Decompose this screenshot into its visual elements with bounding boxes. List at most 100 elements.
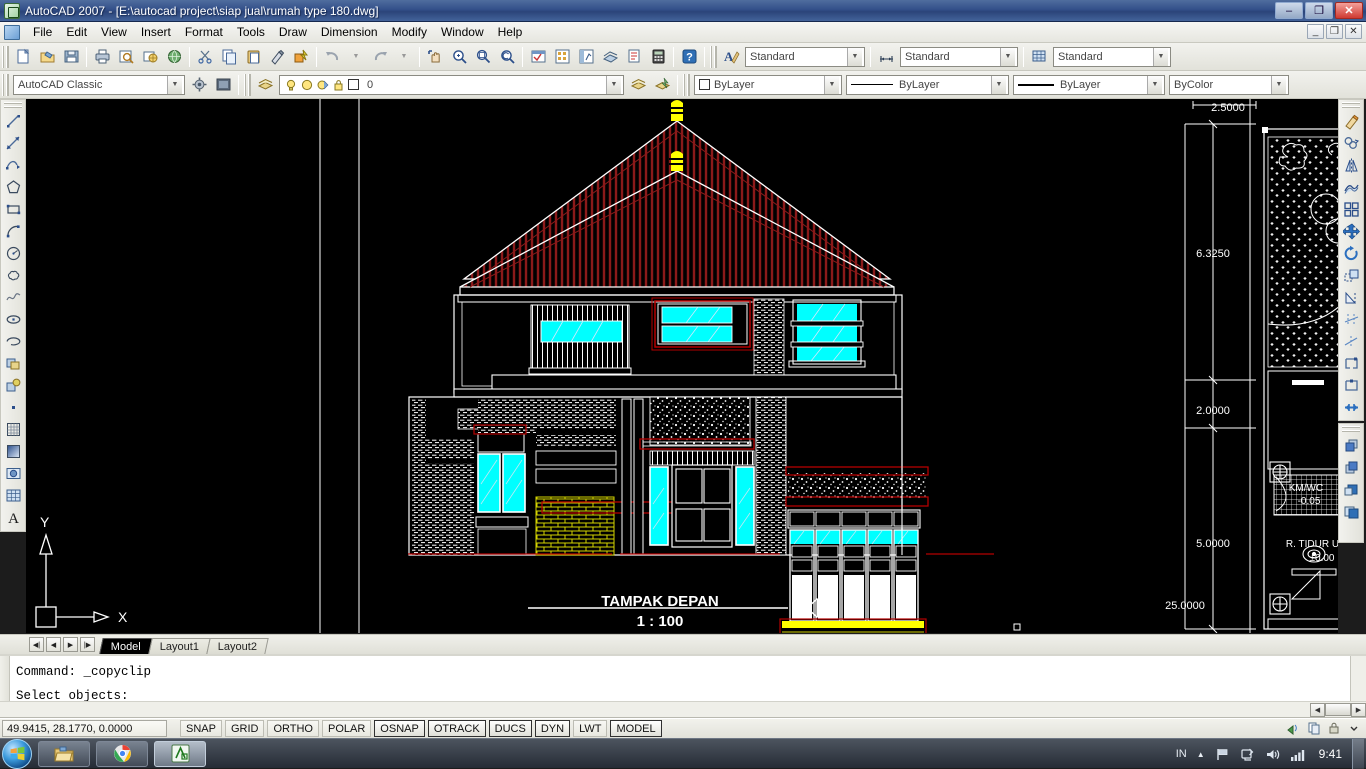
menu-format[interactable]: Format [178,23,230,41]
circle-icon[interactable] [2,242,24,264]
status-toggle-osnap[interactable]: OSNAP [374,720,425,737]
redo-dropdown[interactable]: ▼ [393,46,415,68]
maximize-button[interactable]: ❐ [1305,2,1333,19]
layers-toolbar-grip[interactable] [244,73,251,96]
trim-icon[interactable] [1340,308,1362,330]
break-icon[interactable] [1340,352,1362,374]
make-block-icon[interactable] [2,374,24,396]
menu-view[interactable]: View [94,23,134,41]
zoom-realtime-button[interactable] [448,46,470,68]
layer-properties-manager-button[interactable] [254,74,276,96]
next-layout-button[interactable]: ▶ [63,637,78,652]
input-language-indicator[interactable]: IN [1176,748,1187,760]
lineweight-combo[interactable]: ByLayer ▼ [1013,74,1165,95]
join-icon[interactable] [1340,396,1362,418]
web-button[interactable] [163,46,185,68]
tab-layout1[interactable]: Layout1 [148,638,211,654]
publish-button[interactable] [139,46,161,68]
multiline-text-icon[interactable]: A [2,506,24,528]
mirror-icon[interactable] [1340,154,1362,176]
polyline-icon[interactable] [2,154,24,176]
paste-button[interactable] [242,46,264,68]
manage-xrefs-icon[interactable] [1306,720,1322,736]
chevron-down-icon[interactable]: ▼ [824,75,839,94]
start-button[interactable] [2,738,32,769]
chevron-down-icon[interactable]: ▼ [1147,75,1162,94]
workspace-display-button[interactable] [212,74,234,96]
status-toggle-ortho[interactable]: ORTHO [267,720,319,737]
network-icon[interactable] [1240,747,1255,762]
communication-center-icon[interactable] [1286,720,1302,736]
chevron-down-icon[interactable]: ▼ [847,47,862,66]
show-hidden-icons-button[interactable]: ▲ [1197,750,1205,759]
match-properties-button[interactable] [266,46,288,68]
properties-button[interactable] [527,46,549,68]
minimize-button[interactable]: – [1275,2,1303,19]
taskbar-explorer[interactable] [38,740,90,767]
rotate-icon[interactable] [1340,242,1362,264]
volume-icon[interactable] [1265,747,1280,762]
array-icon[interactable] [1340,198,1362,220]
tool-palettes-button[interactable] [575,46,597,68]
zoom-window-button[interactable] [472,46,494,68]
menu-tools[interactable]: Tools [230,23,272,41]
command-hscrollbar[interactable]: ◀ ▶ [0,701,1366,717]
text-style-combo[interactable]: Standard ▼ [745,46,865,67]
line-icon[interactable] [2,110,24,132]
copy-icon[interactable] [1340,132,1362,154]
chevron-down-icon[interactable]: ▼ [1271,75,1286,94]
styles-toolbar-grip[interactable] [710,45,717,68]
drawing-canvas[interactable]: TAMPAK DEPAN 1 : 100 X Y 2.5000 6.3250 2… [26,99,1338,633]
last-layout-button[interactable]: |▶ [80,637,95,652]
undo-button[interactable] [321,46,343,68]
cut-button[interactable] [194,46,216,68]
save-button[interactable] [60,46,82,68]
status-toggle-grid[interactable]: GRID [224,720,265,737]
block-editor-button[interactable] [290,46,312,68]
doc-minimize-button[interactable]: _ [1307,24,1324,39]
menu-edit[interactable]: Edit [59,23,94,41]
status-toggle-lwt[interactable]: LWT [573,720,608,737]
ellipse-arc-icon[interactable] [2,330,24,352]
properties-toolbar-grip[interactable] [683,73,690,96]
signal-icon[interactable] [1290,747,1306,762]
region-icon[interactable] [2,462,24,484]
insert-block-icon[interactable] [2,352,24,374]
status-toggle-otrack[interactable]: OTRACK [427,720,486,737]
revision-cloud-icon[interactable] [2,264,24,286]
polygon-icon[interactable] [2,176,24,198]
chevron-down-icon[interactable]: ▼ [1153,47,1168,66]
tab-layout2[interactable]: Layout2 [206,638,269,654]
prev-layout-button[interactable]: ◀ [46,637,61,652]
erase-icon[interactable] [1340,110,1362,132]
offset-icon[interactable] [1340,176,1362,198]
color-combo[interactable]: ByLayer ▼ [694,74,842,95]
menu-draw[interactable]: Draw [272,23,314,41]
status-toggle-ducs[interactable]: DUCS [488,720,532,737]
coordinates-display[interactable]: 49.9415, 28.1770, 0.0000 [2,720,167,737]
close-button[interactable]: ✕ [1335,2,1363,19]
command-window[interactable]: Command: _copyclip Select objects: ◀ ▶ [0,654,1366,718]
first-layout-button[interactable]: ◀| [29,637,44,652]
menu-modify[interactable]: Modify [385,23,434,41]
break-at-point-icon[interactable] [1340,374,1362,396]
status-menu-icon[interactable] [1346,720,1362,736]
action-flag-icon[interactable] [1215,747,1230,762]
linetype-combo[interactable]: ByLayer ▼ [846,74,1009,95]
chevron-down-icon[interactable]: ▼ [606,75,621,94]
ellipse-icon[interactable] [2,308,24,330]
spline-icon[interactable] [2,286,24,308]
plot-preview-button[interactable] [115,46,137,68]
status-toggle-polar[interactable]: POLAR [322,720,372,737]
plot-button[interactable] [91,46,113,68]
menu-insert[interactable]: Insert [134,23,178,41]
dim-style-combo[interactable]: Standard ▼ [900,46,1018,67]
taskbar-chrome[interactable] [96,740,148,767]
taskbar-autocad[interactable] [154,740,206,767]
text-style-icon[interactable]: A [720,46,742,68]
workspace-combo[interactable]: AutoCAD Classic ▼ [13,74,185,95]
menu-window[interactable]: Window [434,23,491,41]
stretch-icon[interactable] [1340,286,1362,308]
bring-above-object-icon[interactable] [1340,478,1362,500]
chevron-down-icon[interactable]: ▼ [167,75,182,94]
